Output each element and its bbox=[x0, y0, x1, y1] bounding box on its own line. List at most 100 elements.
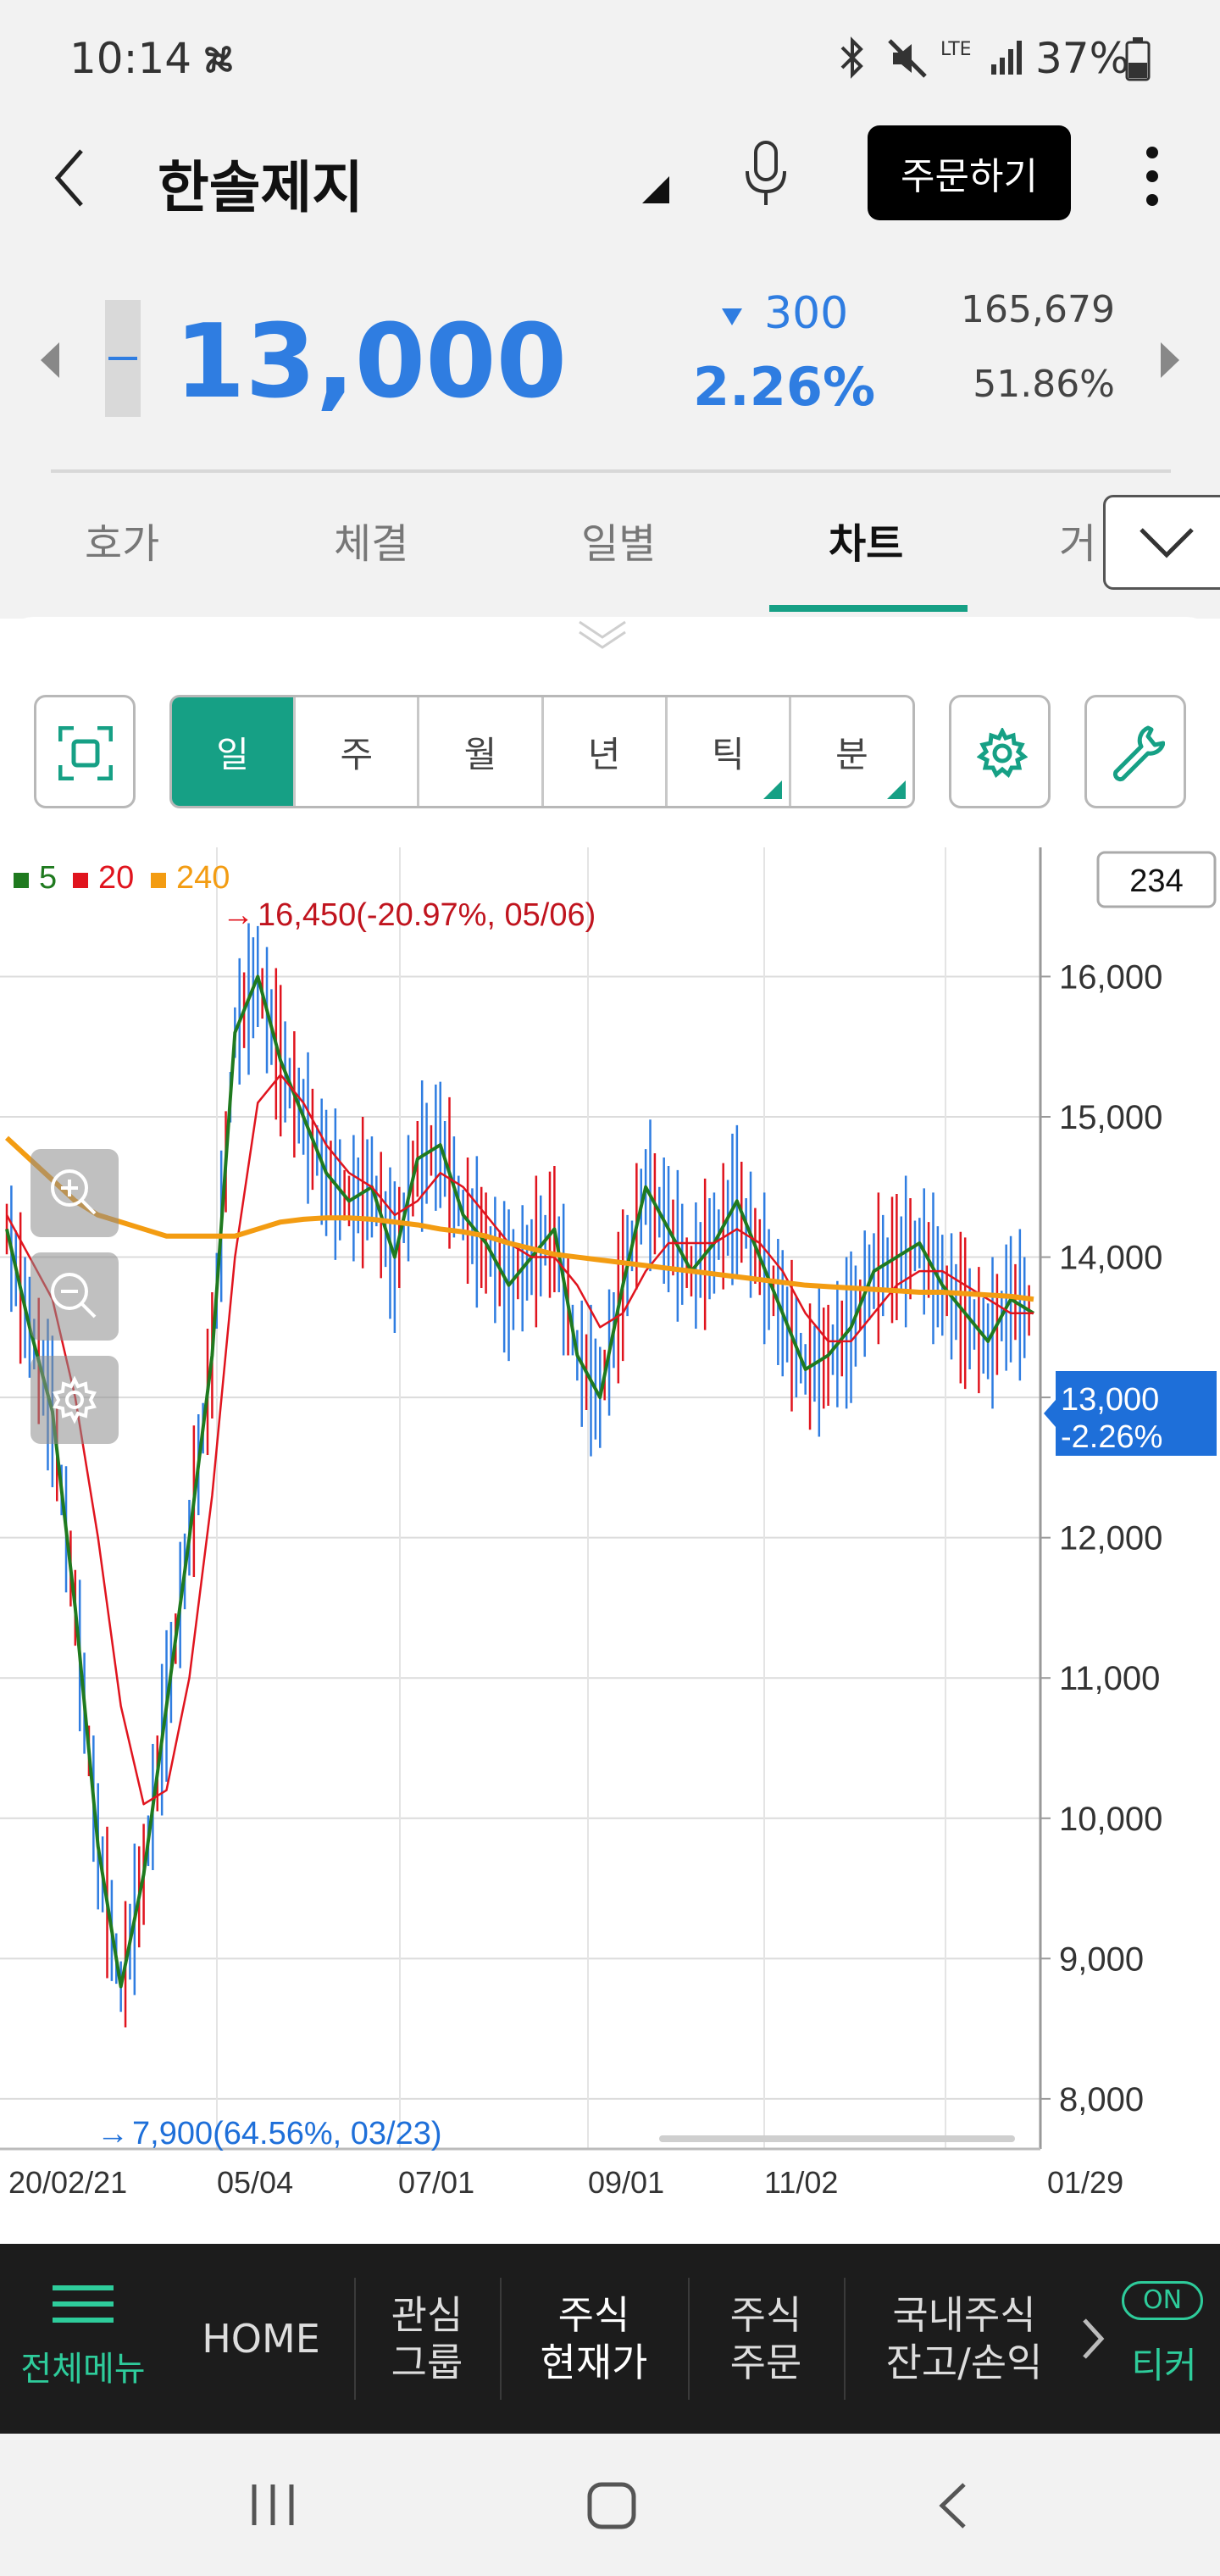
ticker-on-badge: ON bbox=[1122, 2281, 1203, 2320]
all-menu-label: 전체메뉴 bbox=[20, 2350, 146, 2389]
status-bar: 10:14 LTE 37% bbox=[0, 0, 1220, 119]
dropdown-corner-icon bbox=[762, 780, 782, 799]
nav-order[interactable]: 주식 주문 bbox=[690, 2244, 842, 2434]
tab-more[interactable]: 거 bbox=[1059, 510, 1096, 569]
bottom-navigation: 전체메뉴 HOME 관심 그룹 주식 현재가 주식 주문 국내주식 잔고/손익 … bbox=[0, 2244, 1220, 2434]
period-selector: 일 주 월 년 틱 분 bbox=[169, 695, 915, 808]
x-tick-label: 20/02/21 bbox=[8, 2165, 127, 2200]
y-tick-label: 8,000 bbox=[1059, 2081, 1144, 2118]
legend-20-label: 20 bbox=[98, 860, 134, 896]
home-icon[interactable] bbox=[586, 2481, 637, 2534]
fullscreen-button[interactable] bbox=[34, 695, 136, 808]
prev-stock-icon[interactable] bbox=[39, 341, 61, 383]
fullscreen-icon bbox=[58, 725, 114, 784]
hamburger-icon bbox=[51, 2285, 115, 2334]
period-week[interactable]: 주 bbox=[296, 697, 420, 806]
y-tick-label: 9,000 bbox=[1059, 1940, 1144, 1978]
tab-orderbook[interactable]: 호가 bbox=[85, 510, 159, 569]
price-change-percent: 2.26% bbox=[693, 356, 876, 418]
y-tick-label: 11,000 bbox=[1059, 1660, 1160, 1697]
current-price-tag-value: 13,000 bbox=[1061, 1382, 1159, 1418]
volume-ratio: 51.86% bbox=[973, 363, 1115, 406]
down-arrow-icon bbox=[720, 307, 744, 330]
price-summary: 13,000 300 2.26% 165,679 51.86% 호가 체결 일별… bbox=[0, 263, 1220, 619]
legend-240-swatch bbox=[151, 873, 166, 888]
microphone-icon[interactable] bbox=[739, 139, 793, 214]
x-tick-label: 07/01 bbox=[398, 2165, 474, 2200]
system-navigation bbox=[0, 2434, 1220, 2576]
trading-volume: 165,679 bbox=[961, 288, 1115, 331]
x-tick-label: 01/29 bbox=[1047, 2165, 1123, 2200]
back-icon[interactable] bbox=[51, 144, 88, 215]
period-tick[interactable]: 틱 bbox=[668, 697, 791, 806]
period-day[interactable]: 일 bbox=[172, 697, 297, 806]
nav-balance[interactable]: 국내주식 잔고/손익 bbox=[846, 2244, 1083, 2434]
zoom-in-button[interactable] bbox=[30, 1149, 119, 1237]
high-annotation: 16,450(-20.97%, 05/06) bbox=[258, 897, 596, 933]
chart-panel: 일 주 월 년 틱 분 16,000 15,000 14,000 13,000 12,0… bbox=[0, 617, 1220, 2244]
price-change: 300 bbox=[764, 288, 849, 339]
period-tick-label: 틱 bbox=[711, 733, 745, 775]
legend-20-swatch bbox=[73, 873, 88, 888]
current-price: 13,000 bbox=[175, 303, 568, 421]
more-options-icon[interactable] bbox=[1142, 142, 1162, 214]
tab-expand-button[interactable] bbox=[1103, 495, 1220, 590]
period-year[interactable]: 년 bbox=[544, 697, 668, 806]
next-stock-icon[interactable] bbox=[1159, 341, 1181, 383]
fan-icon bbox=[197, 37, 241, 85]
order-button[interactable]: 주문하기 bbox=[868, 125, 1071, 220]
period-month[interactable]: 월 bbox=[419, 697, 544, 806]
status-time: 10:14 bbox=[69, 34, 192, 83]
tab-chart[interactable]: 차트 bbox=[829, 510, 903, 569]
all-menu-button[interactable]: 전체메뉴 bbox=[0, 2244, 166, 2434]
nav-watchlist[interactable]: 관심 그룹 bbox=[356, 2244, 498, 2434]
y-tick-label: 16,000 bbox=[1059, 958, 1162, 996]
x-tick-label: 09/01 bbox=[588, 2165, 664, 2200]
current-price-tag-pct: -2.26% bbox=[1061, 1419, 1162, 1455]
app-header: 한솔제지 주문하기 bbox=[0, 119, 1220, 263]
nav-home[interactable]: HOME bbox=[178, 2244, 344, 2434]
stock-name[interactable]: 한솔제지 bbox=[158, 142, 363, 224]
wrench-icon bbox=[1111, 724, 1166, 786]
tools-button[interactable] bbox=[1084, 695, 1186, 808]
y-tick-label: 12,000 bbox=[1059, 1520, 1162, 1557]
ticker-toggle[interactable]: ON 티커 bbox=[1122, 2281, 1206, 2400]
stock-select-icon[interactable] bbox=[640, 175, 671, 208]
divider bbox=[51, 469, 1171, 473]
gear-icon bbox=[976, 726, 1029, 782]
battery-percent: 37% bbox=[1035, 34, 1130, 83]
price-chart[interactable]: 16,000 15,000 14,000 13,000 12,000 11,000 10,0… bbox=[0, 847, 1220, 2227]
y-tick-label: 14,000 bbox=[1059, 1240, 1162, 1277]
recent-apps-icon[interactable] bbox=[247, 2483, 298, 2530]
legend-5-label: 5 bbox=[39, 860, 57, 896]
detail-tabs: 호가 체결 일별 차트 거 bbox=[0, 491, 1220, 619]
x-tick-label: 11/02 bbox=[764, 2165, 838, 2200]
chevron-right-icon[interactable] bbox=[1081, 2317, 1105, 2364]
legend-5-swatch bbox=[14, 873, 29, 888]
zoom-out-button[interactable] bbox=[30, 1252, 119, 1341]
tab-daily[interactable]: 일별 bbox=[581, 510, 656, 569]
low-annotation: 7,900(64.56%, 03/23) bbox=[132, 2116, 442, 2151]
chart-option-button[interactable] bbox=[30, 1356, 119, 1444]
visible-count: 234 bbox=[1129, 863, 1183, 899]
active-tab-indicator bbox=[769, 605, 968, 612]
x-tick-label: 05/04 bbox=[217, 2165, 293, 2200]
chart-settings-button[interactable] bbox=[949, 695, 1051, 808]
tab-trades[interactable]: 체결 bbox=[334, 510, 408, 569]
chart-scrollbar[interactable] bbox=[659, 2135, 1015, 2142]
mute-icon bbox=[886, 37, 929, 83]
period-minute-label: 분 bbox=[835, 733, 868, 775]
nav-current-price[interactable]: 주식 현재가 bbox=[502, 2244, 686, 2434]
period-minute[interactable]: 분 bbox=[791, 697, 912, 806]
bluetooth-icon bbox=[835, 34, 869, 85]
ticker-label: 티커 bbox=[1131, 2345, 1197, 2386]
y-tick-label: 15,000 bbox=[1059, 1099, 1162, 1136]
y-tick-label: 10,000 bbox=[1059, 1801, 1162, 1838]
signal-icon bbox=[990, 39, 1023, 80]
battery-icon bbox=[1125, 37, 1151, 85]
low-arrow-icon: → bbox=[97, 2116, 129, 2151]
lte-label: LTE bbox=[940, 39, 972, 60]
back-nav-icon[interactable] bbox=[935, 2481, 969, 2534]
dropdown-corner-icon bbox=[887, 780, 907, 799]
collapse-handle-icon[interactable] bbox=[576, 617, 629, 654]
